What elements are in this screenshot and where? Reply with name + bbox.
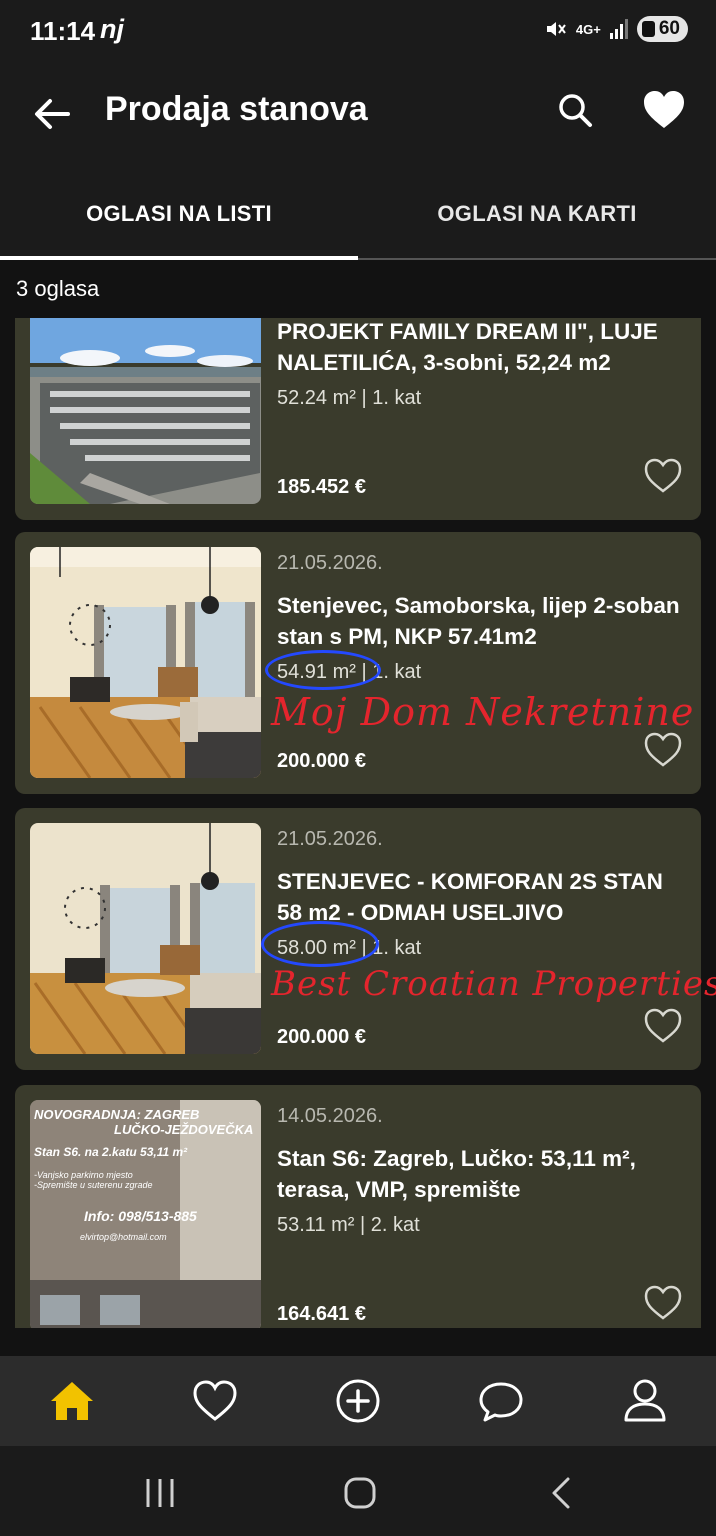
home-button-icon[interactable]	[340, 1476, 380, 1510]
listing-price: 200.000 €	[277, 750, 366, 772]
listing-card[interactable]: PROJEKT FAMILY DREAM II", LUJE NALETILIĆ…	[15, 318, 701, 520]
photo-text-line: elvirtop@hotmail.com	[80, 1232, 167, 1243]
listing-area: 52.24 m²	[277, 387, 356, 409]
carrier-logo: nj	[100, 14, 124, 44]
network-type: 4G+	[575, 21, 601, 37]
listing-meta: 52.24 m² | 1. kat	[277, 387, 421, 410]
listing-photo[interactable]	[30, 547, 261, 778]
listing-floor: 2. kat	[370, 1214, 420, 1236]
listing-floor: 1. kat	[372, 387, 422, 409]
heart-outline-icon[interactable]	[643, 1006, 683, 1046]
photo-text-line: -Vanjsko parkirno mjesto	[34, 1169, 133, 1180]
tab-map[interactable]: OGLASI NA KARTI	[358, 170, 716, 258]
listing-title: STENJEVEC - KOMFORAN 2S STAN 58 m2 - ODM…	[277, 869, 663, 925]
heart-outline-icon[interactable]	[643, 456, 683, 496]
photo-overlay-text: NOVOGRADNJA: ZAGREB LUČKO-JEŽDOVEČKA Sta…	[34, 1107, 260, 1243]
agency-annotation: Moj Dom Nekretnine	[271, 690, 695, 734]
active-tab-indicator	[0, 256, 358, 260]
status-icons: 4G+ 60	[544, 16, 688, 42]
listing-price: 200.000 €	[277, 1026, 366, 1048]
listing-card[interactable]: NOVOGRADNJA: ZAGREB LUČKO-JEŽDOVEČKA Sta…	[15, 1085, 701, 1328]
area-circle-annotation	[265, 650, 381, 690]
signal-icon	[609, 19, 628, 39]
profile-icon[interactable]	[620, 1376, 670, 1426]
photo-text-line: LUČKO-JEŽDOVEČKA	[114, 1121, 254, 1137]
listing-meta: 53.11 m² | 2. kat	[277, 1214, 420, 1237]
page-title: Prodaja stanova	[105, 90, 368, 128]
system-back-icon[interactable]	[542, 1476, 582, 1510]
listing-photo[interactable]: NOVOGRADNJA: ZAGREB LUČKO-JEŽDOVEČKA Sta…	[30, 1100, 261, 1328]
favorites-heart-icon[interactable]	[640, 86, 688, 134]
search-icon[interactable]	[553, 88, 597, 132]
tab-bar: OGLASI NA LISTI OGLASI NA KARTI	[0, 170, 716, 260]
meta-separator: |	[360, 1214, 366, 1236]
system-navigation-bar	[0, 1446, 716, 1536]
back-arrow-icon[interactable]	[30, 92, 74, 136]
photo-text-line: -Spremište u suterenu zgrade	[34, 1180, 153, 1191]
listing-floor: 1. kat	[372, 937, 422, 959]
mute-icon	[546, 22, 566, 36]
home-icon[interactable]	[47, 1376, 97, 1426]
listing-date: 21.05.2026.	[277, 828, 383, 850]
listing-price: 164.641 €	[277, 1303, 366, 1325]
tab-list[interactable]: OGLASI NA LISTI	[0, 170, 358, 258]
app-bar: Prodaja stanova	[0, 64, 716, 170]
photo-text-line: Stan S6. na 2.katu 53,11 m²	[34, 1144, 188, 1159]
listing-area: 53.11 m²	[277, 1214, 355, 1236]
heart-icon[interactable]	[190, 1376, 240, 1426]
agency-annotation: Best Croatian Properties	[271, 964, 716, 1004]
status-bar: 11:14 nj 4G+ 60	[0, 0, 716, 64]
heart-outline-icon[interactable]	[643, 730, 683, 770]
listing-title: Stenjevec, Samoborska, lijep 2-soban sta…	[277, 593, 680, 649]
listing-photo[interactable]	[30, 318, 261, 504]
listing-title: Stan S6: Zagreb, Lučko: 53,11 m², terasa…	[277, 1146, 636, 1202]
listing-count: 3 oglasa	[16, 276, 100, 301]
recent-apps-icon[interactable]	[140, 1476, 180, 1510]
plus-circle-icon[interactable]	[333, 1376, 383, 1426]
chat-icon[interactable]	[476, 1376, 526, 1426]
listing-card[interactable]: 21.05.2026. Stenjevec, Samoborska, lijep…	[15, 532, 701, 794]
area-circle-annotation	[261, 921, 379, 967]
status-time: 11:14	[30, 16, 96, 46]
battery-indicator: 60	[636, 16, 688, 42]
listing-date: 14.05.2026.	[277, 1105, 383, 1127]
photo-text-line: NOVOGRADNJA: ZAGREB	[34, 1107, 200, 1122]
listing-date: 21.05.2026.	[277, 552, 383, 574]
listing-photo[interactable]	[30, 823, 261, 1054]
listing-price: 185.452 €	[277, 476, 366, 498]
listing-list[interactable]: PROJEKT FAMILY DREAM II", LUJE NALETILIĆ…	[0, 318, 716, 1328]
bottom-navigation	[0, 1356, 716, 1446]
photo-text-line: Info: 098/513-885	[84, 1208, 197, 1225]
heart-outline-icon[interactable]	[643, 1283, 683, 1323]
listing-card[interactable]: 21.05.2026. STENJEVEC - KOMFORAN 2S STAN…	[15, 808, 716, 1070]
meta-separator: |	[361, 387, 367, 409]
listing-title: PROJEKT FAMILY DREAM II", LUJE NALETILIĆ…	[277, 319, 658, 375]
